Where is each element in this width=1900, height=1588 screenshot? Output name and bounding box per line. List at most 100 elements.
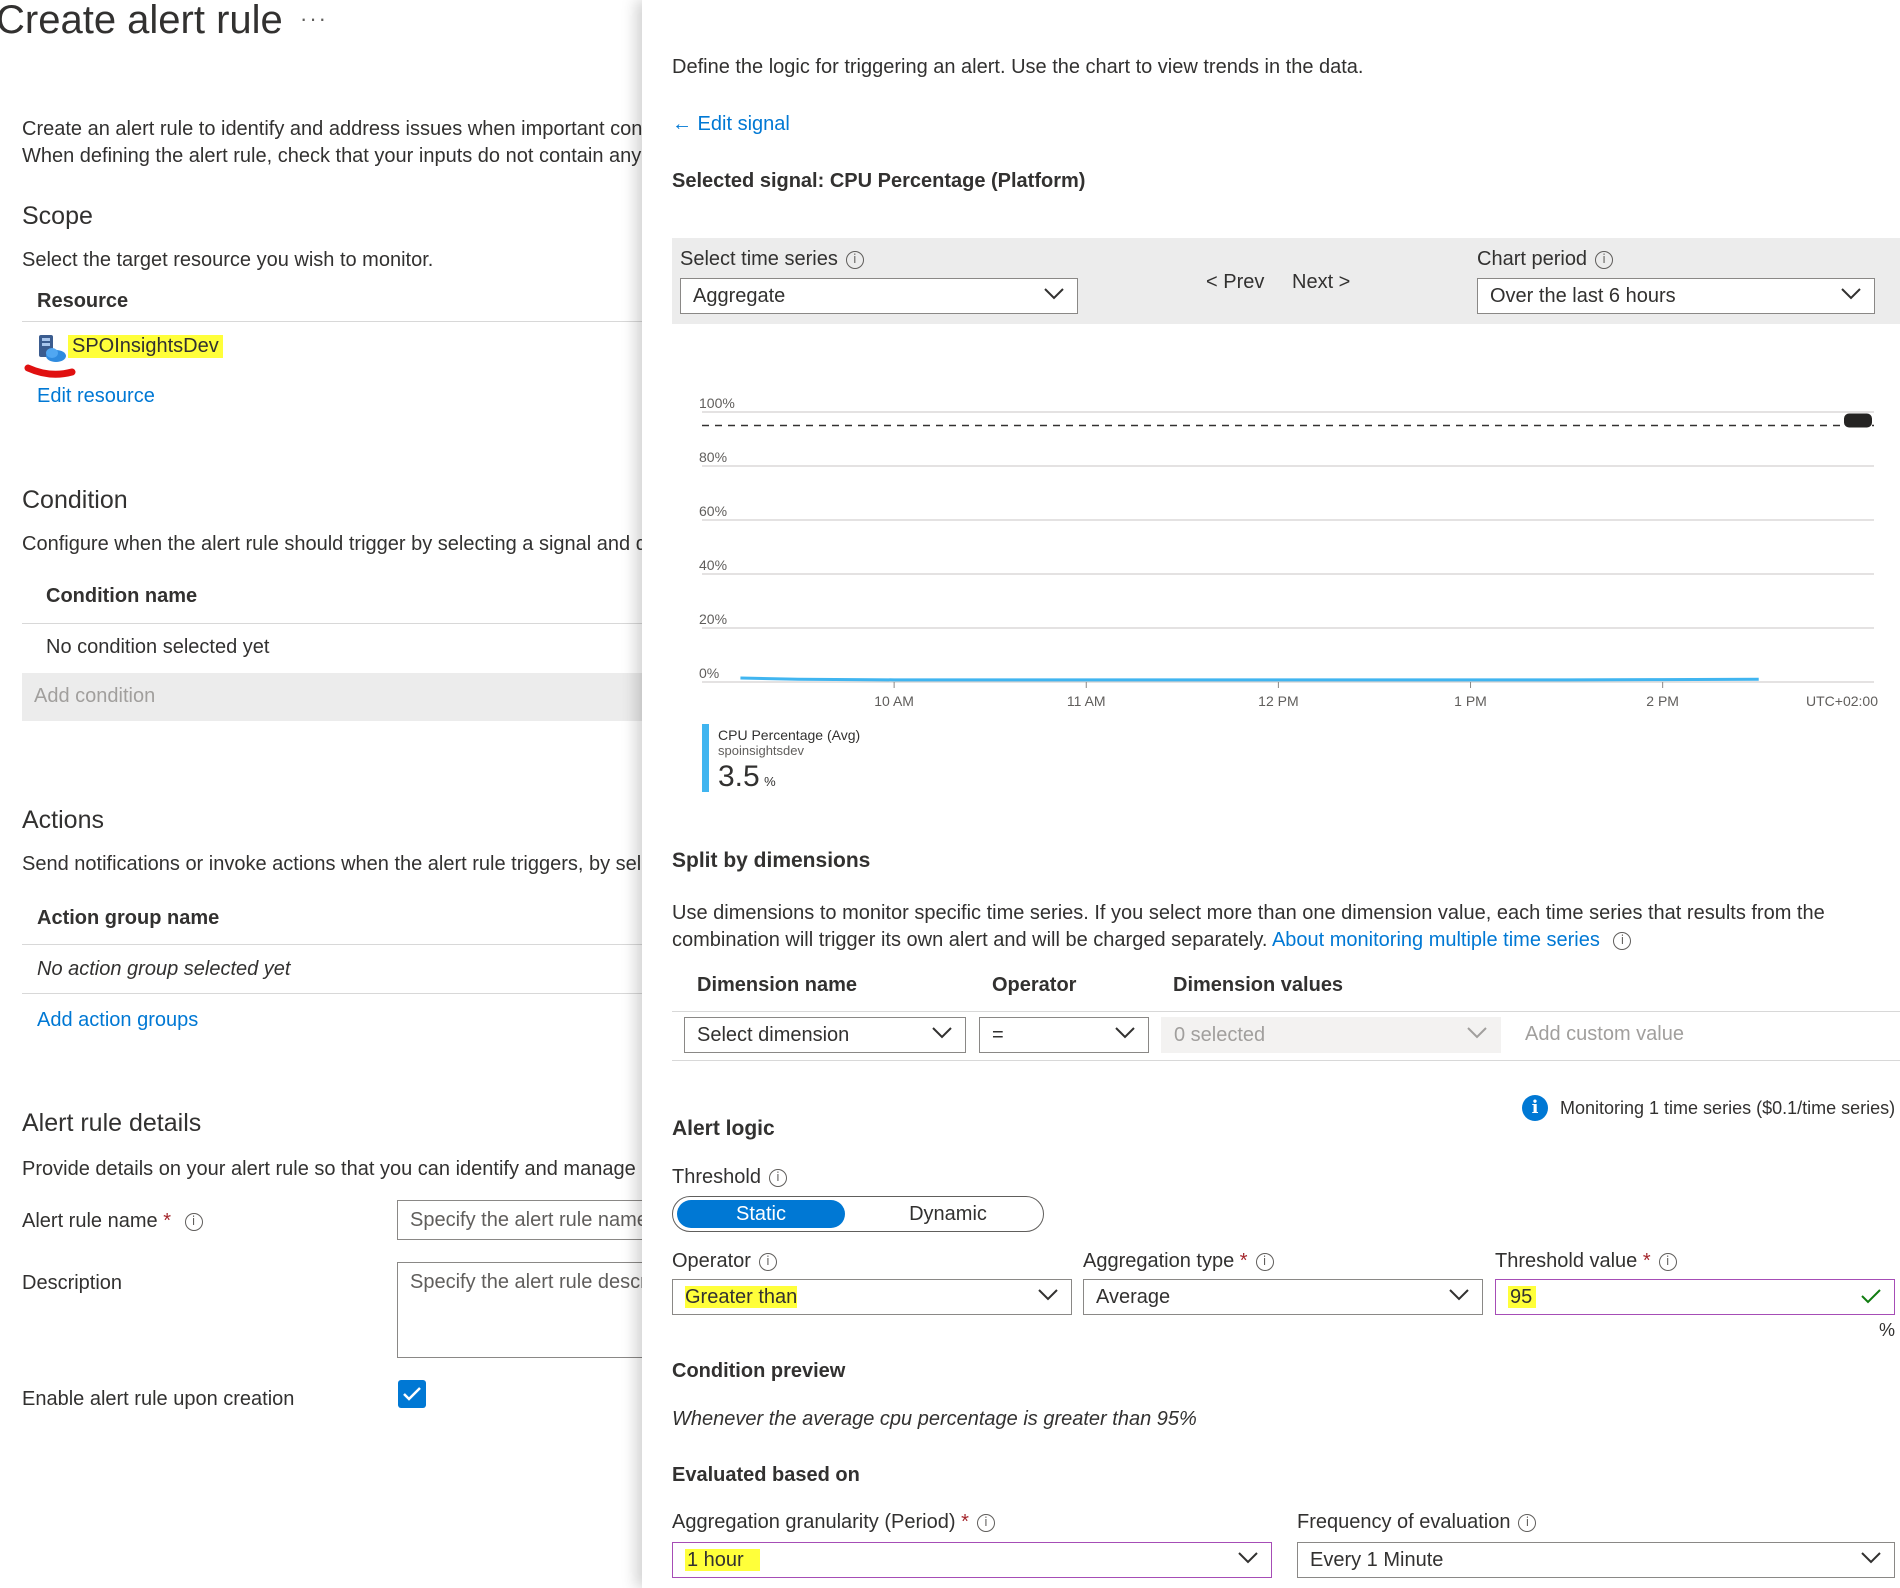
chart-period-label: Chart period i bbox=[1477, 248, 1614, 271]
divider bbox=[672, 1011, 1900, 1012]
info-icon[interactable]: i bbox=[1613, 932, 1632, 950]
dimension-name-header: Dimension name bbox=[697, 974, 858, 996]
divider bbox=[22, 993, 650, 994]
chevron-down-icon bbox=[1449, 1289, 1469, 1301]
description-label: Description bbox=[22, 1272, 123, 1294]
dimension-dropdown[interactable]: Select dimension bbox=[684, 1017, 966, 1053]
granularity-dropdown[interactable]: 1 hour bbox=[672, 1542, 1272, 1578]
add-condition-button[interactable]: Add condition bbox=[22, 673, 650, 721]
operator-label: Operator i bbox=[672, 1250, 777, 1273]
dynamic-option[interactable]: Dynamic bbox=[863, 1200, 1033, 1228]
operator-dropdown[interactable]: Greater than bbox=[672, 1279, 1072, 1315]
chevron-down-icon bbox=[1467, 1027, 1487, 1039]
threshold-value-input[interactable]: 95 bbox=[1495, 1279, 1895, 1315]
intro-line-2: When defining the alert rule, check that… bbox=[22, 145, 650, 167]
web-app-icon bbox=[36, 334, 66, 364]
info-icon[interactable]: i bbox=[1595, 251, 1614, 269]
details-description: Provide details on your alert rule so th… bbox=[22, 1158, 650, 1180]
threshold-unit: % bbox=[1879, 1320, 1896, 1340]
alert-logic-heading: Alert logic bbox=[672, 1117, 775, 1140]
legend-value: 3.5 % bbox=[718, 760, 776, 793]
add-action-groups-link[interactable]: Add action groups bbox=[37, 1009, 198, 1032]
page-title: Create alert rule bbox=[0, 0, 283, 42]
scope-description: Select the target resource you wish to m… bbox=[22, 249, 434, 271]
alert-rule-name-input[interactable]: Specify the alert rule name bbox=[397, 1200, 650, 1240]
granularity-label: Aggregation granularity (Period) * i bbox=[672, 1511, 995, 1534]
frequency-dropdown[interactable]: Every 1 Minute bbox=[1297, 1542, 1895, 1578]
description-textarea[interactable]: Specify the alert rule description bbox=[397, 1262, 650, 1358]
chevron-down-icon bbox=[1044, 288, 1064, 300]
condition-empty-text: No condition selected yet bbox=[46, 636, 270, 658]
divider bbox=[672, 1060, 1900, 1061]
condition-heading: Condition bbox=[22, 486, 128, 514]
condition-panel: Define the logic for triggering an alert… bbox=[642, 0, 1900, 1588]
edit-resource-link[interactable]: Edit resource bbox=[37, 385, 155, 408]
chart-period-dropdown[interactable]: Over the last 6 hours bbox=[1477, 278, 1875, 314]
info-icon[interactable]: i bbox=[1658, 1253, 1677, 1271]
info-icon[interactable]: i bbox=[845, 251, 864, 269]
threshold-toggle: Static Dynamic bbox=[672, 1196, 1044, 1232]
resource-column-header: Resource bbox=[37, 290, 129, 312]
divider bbox=[22, 321, 650, 322]
dimension-values-dropdown[interactable]: 0 selected bbox=[1161, 1017, 1501, 1053]
custom-value-input[interactable]: Add custom value bbox=[1525, 1023, 1684, 1046]
action-group-empty-text: No action group selected yet bbox=[37, 958, 291, 980]
split-description-2: combination will trigger its own alert a… bbox=[672, 929, 1632, 952]
more-options-button[interactable]: ··· bbox=[300, 6, 328, 32]
actions-heading: Actions bbox=[22, 806, 104, 834]
chevron-down-icon bbox=[1115, 1027, 1135, 1039]
y-tick-label: 40% bbox=[699, 557, 727, 573]
chevron-down-icon bbox=[1238, 1552, 1258, 1564]
legend-series-label: CPU Percentage (Avg) bbox=[718, 727, 861, 743]
aggregation-type-dropdown[interactable]: Average bbox=[1083, 1279, 1483, 1315]
static-option[interactable]: Static bbox=[677, 1200, 845, 1228]
enable-rule-checkbox[interactable] bbox=[398, 1380, 426, 1408]
next-button[interactable]: Next > bbox=[1292, 271, 1350, 294]
prev-button[interactable]: < Prev bbox=[1206, 271, 1264, 294]
chevron-down-icon bbox=[1841, 288, 1861, 300]
checkmark-icon bbox=[403, 1387, 421, 1401]
info-filled-icon: i bbox=[1522, 1095, 1548, 1121]
chevron-down-icon bbox=[932, 1027, 952, 1039]
about-monitoring-link[interactable]: About monitoring multiple time series bbox=[1272, 929, 1600, 951]
condition-description: Configure when the alert rule should tri… bbox=[22, 533, 650, 555]
selected-signal: Selected signal: CPU Percentage (Platfor… bbox=[672, 170, 1086, 192]
time-series-dropdown[interactable]: Aggregate bbox=[680, 278, 1078, 314]
info-icon[interactable]: i bbox=[976, 1514, 995, 1532]
condition-preview-heading: Condition preview bbox=[672, 1360, 846, 1382]
resource-name[interactable]: SPOInsightsDev bbox=[68, 335, 223, 358]
action-group-column-header: Action group name bbox=[37, 907, 220, 929]
x-tick-label: 10 AM bbox=[874, 693, 914, 709]
dimension-operator-dropdown[interactable]: = bbox=[979, 1017, 1149, 1053]
timezone-label: UTC+02:00 bbox=[1806, 693, 1878, 709]
threshold-value-label: Threshold value * i bbox=[1495, 1250, 1677, 1273]
info-icon[interactable]: i bbox=[1255, 1253, 1274, 1271]
y-tick-label: 0% bbox=[699, 665, 719, 681]
y-tick-label: 80% bbox=[699, 449, 727, 465]
threshold-handle bbox=[1844, 413, 1872, 428]
x-tick-label: 2 PM bbox=[1646, 693, 1679, 709]
legend-resource: spoinsightsdev bbox=[718, 743, 804, 758]
x-tick-label: 12 PM bbox=[1258, 693, 1298, 709]
chevron-down-icon bbox=[1038, 1289, 1058, 1301]
operator-header: Operator bbox=[992, 974, 1077, 996]
monitoring-note: Monitoring 1 time series ($0.1/time seri… bbox=[1560, 1098, 1896, 1118]
info-icon[interactable]: i bbox=[768, 1169, 787, 1187]
time-series-label: Select time series i bbox=[680, 248, 864, 271]
scope-heading: Scope bbox=[22, 202, 93, 230]
divider bbox=[22, 623, 650, 624]
condition-preview-text: Whenever the average cpu percentage is g… bbox=[672, 1408, 1197, 1430]
legend-color-bar bbox=[702, 724, 709, 792]
x-tick-label: 1 PM bbox=[1454, 693, 1487, 709]
divider bbox=[22, 944, 650, 945]
condition-name-column-header: Condition name bbox=[46, 585, 198, 607]
aggregation-type-label: Aggregation type * i bbox=[1083, 1250, 1274, 1273]
info-icon[interactable]: i bbox=[758, 1253, 777, 1271]
split-description-1: Use dimensions to monitor specific time … bbox=[672, 902, 1825, 924]
info-icon[interactable]: i bbox=[184, 1213, 203, 1231]
series-line bbox=[740, 676, 1759, 682]
cpu-line-chart: 100% 80% 60% 40% 20% 0% 10 AM 11 AM 12 PM 1 PM 2 P… bbox=[699, 395, 1878, 709]
edit-signal-link[interactable]: ← Edit signal bbox=[672, 113, 790, 136]
chevron-down-icon bbox=[1861, 1552, 1881, 1564]
info-icon[interactable]: i bbox=[1518, 1514, 1537, 1532]
